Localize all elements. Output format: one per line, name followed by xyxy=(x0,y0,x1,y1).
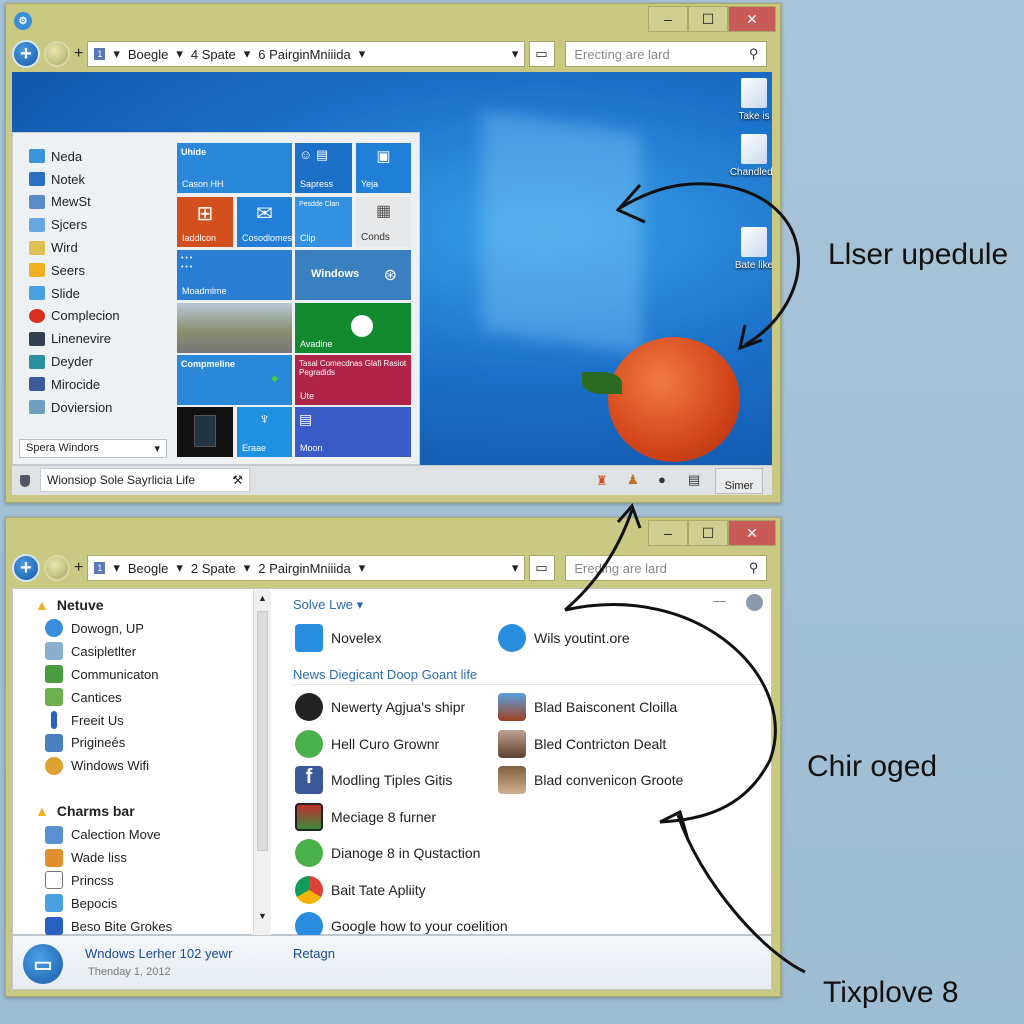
arrowhead xyxy=(615,184,646,224)
annotation-explore: Tixplove 8 xyxy=(823,976,959,1009)
arrow-explore xyxy=(676,814,806,974)
arrow-changed xyxy=(564,603,777,824)
arrowhead xyxy=(659,809,690,841)
annotation-user-update: Llser upedule xyxy=(828,238,1009,271)
arrow-up xyxy=(564,509,634,612)
annotation-arrows xyxy=(564,182,806,974)
arrow-user-update xyxy=(619,182,800,347)
annotation-changed: Chir oged xyxy=(807,750,938,783)
